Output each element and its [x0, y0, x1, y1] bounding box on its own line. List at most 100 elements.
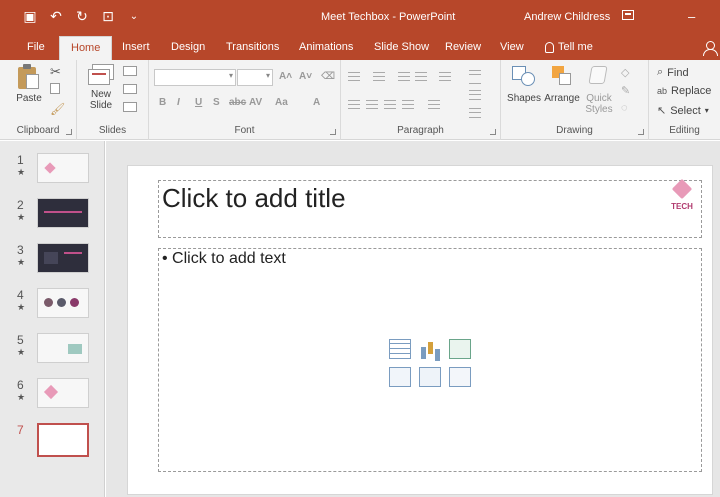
- user-name[interactable]: Andrew Childress: [524, 11, 610, 23]
- columns-icon[interactable]: [428, 100, 440, 109]
- undo-icon[interactable]: ↶: [48, 8, 64, 25]
- slide-preview: [37, 198, 89, 228]
- tab-view[interactable]: View: [498, 36, 526, 60]
- reset-icon[interactable]: [123, 84, 137, 94]
- bold-icon[interactable]: B: [159, 97, 166, 108]
- shadow-icon[interactable]: S: [213, 97, 220, 108]
- arrange-button[interactable]: Arrange: [543, 64, 581, 104]
- tab-home[interactable]: Home: [59, 36, 113, 61]
- new-slide-button[interactable]: New Slide: [85, 64, 117, 111]
- title-placeholder[interactable]: Click to add title: [158, 180, 702, 238]
- new-slide-label-2: Slide: [89, 100, 113, 111]
- paragraph-launcher-icon[interactable]: [490, 129, 496, 135]
- slide-thumbnail-6[interactable]: 6 ★: [0, 378, 105, 422]
- insert-table-icon[interactable]: [389, 339, 411, 359]
- replace-button[interactable]: ab Replace: [657, 85, 711, 97]
- content-insert-icons: [389, 339, 479, 399]
- slide-thumbnail-7[interactable]: 7: [0, 423, 105, 467]
- slide-thumbnail-3[interactable]: 3 ★: [0, 243, 105, 287]
- justify-icon[interactable]: [402, 100, 414, 109]
- document-title: Meet Techbox - PowerPoint: [321, 11, 456, 23]
- animation-star-icon: ★: [17, 257, 26, 267]
- account-icon[interactable]: [702, 40, 718, 56]
- decrease-indent-icon[interactable]: [398, 72, 410, 81]
- new-slide-icon: [88, 64, 114, 86]
- insert-video-icon[interactable]: [449, 367, 471, 387]
- shapes-button[interactable]: Shapes: [507, 64, 541, 104]
- layout-icon[interactable]: [123, 66, 137, 76]
- shape-effects-icon[interactable]: ◌: [621, 102, 635, 116]
- tab-slide-show[interactable]: Slide Show: [372, 36, 431, 60]
- select-button[interactable]: ↖ Select ▾: [657, 104, 709, 118]
- tab-transitions[interactable]: Transitions: [224, 36, 281, 60]
- font-name-dropdown[interactable]: [154, 69, 236, 86]
- character-spacing-icon[interactable]: AV: [249, 97, 262, 108]
- slide-thumbnail-1[interactable]: 1 ★: [0, 153, 105, 197]
- slide-thumbnail-2[interactable]: 2 ★: [0, 198, 105, 242]
- content-placeholder[interactable]: • Click to add text: [158, 248, 702, 472]
- shapes-label: Shapes: [507, 93, 541, 104]
- tab-review[interactable]: Review: [443, 36, 483, 60]
- slide-thumbnail-4[interactable]: 4 ★: [0, 288, 105, 332]
- align-center-icon[interactable]: [366, 100, 378, 109]
- customize-qat-icon[interactable]: ⌄: [126, 11, 142, 22]
- cut-icon[interactable]: ✂: [50, 64, 64, 79]
- logo-cube-icon: [671, 178, 693, 200]
- slide-thumbnail-pane[interactable]: 1 ★ 2 ★ 3 ★ 4 ★ 5 ★ 6 ★ 7: [0, 141, 105, 497]
- quick-styles-icon: [587, 64, 611, 90]
- insert-chart-icon[interactable]: [419, 339, 441, 359]
- quick-styles-button[interactable]: Quick Styles: [583, 64, 615, 115]
- underline-icon[interactable]: U: [195, 97, 202, 108]
- drawing-launcher-icon[interactable]: [638, 129, 644, 135]
- clipboard-launcher-icon[interactable]: [66, 129, 72, 135]
- convert-smartart-icon[interactable]: [469, 108, 481, 118]
- insert-smartart-icon[interactable]: [449, 339, 471, 359]
- align-left-icon[interactable]: [348, 100, 360, 109]
- increase-font-size-icon[interactable]: A˄: [279, 71, 292, 82]
- tab-file[interactable]: File: [25, 36, 47, 60]
- align-text-icon[interactable]: [469, 90, 481, 100]
- animation-star-icon: ★: [17, 167, 26, 177]
- ribbon-display-options-icon[interactable]: [622, 10, 634, 20]
- select-dropdown-icon: ▾: [704, 106, 709, 115]
- increase-indent-icon[interactable]: [415, 72, 427, 81]
- tell-me-box[interactable]: Tell me: [545, 41, 593, 53]
- redo-icon[interactable]: ↻: [74, 8, 90, 25]
- strikethrough-icon[interactable]: abc: [229, 97, 246, 108]
- font-launcher-icon[interactable]: [330, 129, 336, 135]
- text-direction-icon[interactable]: [469, 70, 481, 84]
- animation-star-icon: ★: [17, 302, 26, 312]
- shape-outline-icon[interactable]: ✎: [621, 84, 635, 98]
- copy-icon[interactable]: [50, 83, 60, 94]
- content-placeholder-text: • Click to add text: [162, 250, 286, 267]
- line-spacing-icon[interactable]: [439, 72, 451, 81]
- change-case-icon[interactable]: Aa: [275, 97, 288, 108]
- editing-group: ⌕ Find ab Replace ↖ Select ▾ Editing: [649, 60, 720, 140]
- paste-button[interactable]: Paste: [14, 64, 44, 104]
- save-icon[interactable]: ▣: [22, 8, 38, 25]
- bullets-icon[interactable]: [348, 72, 360, 81]
- shape-fill-icon[interactable]: ◇: [621, 66, 635, 80]
- minimize-button[interactable]: –: [688, 9, 695, 24]
- tab-animations[interactable]: Animations: [297, 36, 355, 60]
- start-slideshow-icon[interactable]: ⊡: [100, 8, 116, 25]
- align-right-icon[interactable]: [384, 100, 396, 109]
- format-painter-icon[interactable]: 🖌: [50, 102, 65, 116]
- section-icon[interactable]: [123, 102, 137, 112]
- font-color-icon[interactable]: A: [313, 97, 320, 108]
- font-size-dropdown[interactable]: [237, 69, 273, 86]
- tab-insert[interactable]: Insert: [120, 36, 152, 60]
- clear-formatting-icon[interactable]: ⌫: [321, 71, 335, 82]
- insert-picture-icon[interactable]: [389, 367, 411, 387]
- slide-number: 4: [17, 288, 24, 302]
- italic-icon[interactable]: I: [177, 97, 180, 108]
- insert-online-picture-icon[interactable]: [419, 367, 441, 387]
- current-slide[interactable]: Click to add title TECH • Click to add t…: [127, 165, 713, 495]
- decrease-font-size-icon[interactable]: A˅: [299, 71, 312, 82]
- slide-number: 5: [17, 333, 24, 347]
- numbering-icon[interactable]: [373, 72, 385, 81]
- find-button[interactable]: ⌕ Find: [657, 66, 689, 79]
- slide-thumbnail-5[interactable]: 5 ★: [0, 333, 105, 377]
- select-icon: ↖: [657, 105, 667, 117]
- tab-design[interactable]: Design: [169, 36, 207, 60]
